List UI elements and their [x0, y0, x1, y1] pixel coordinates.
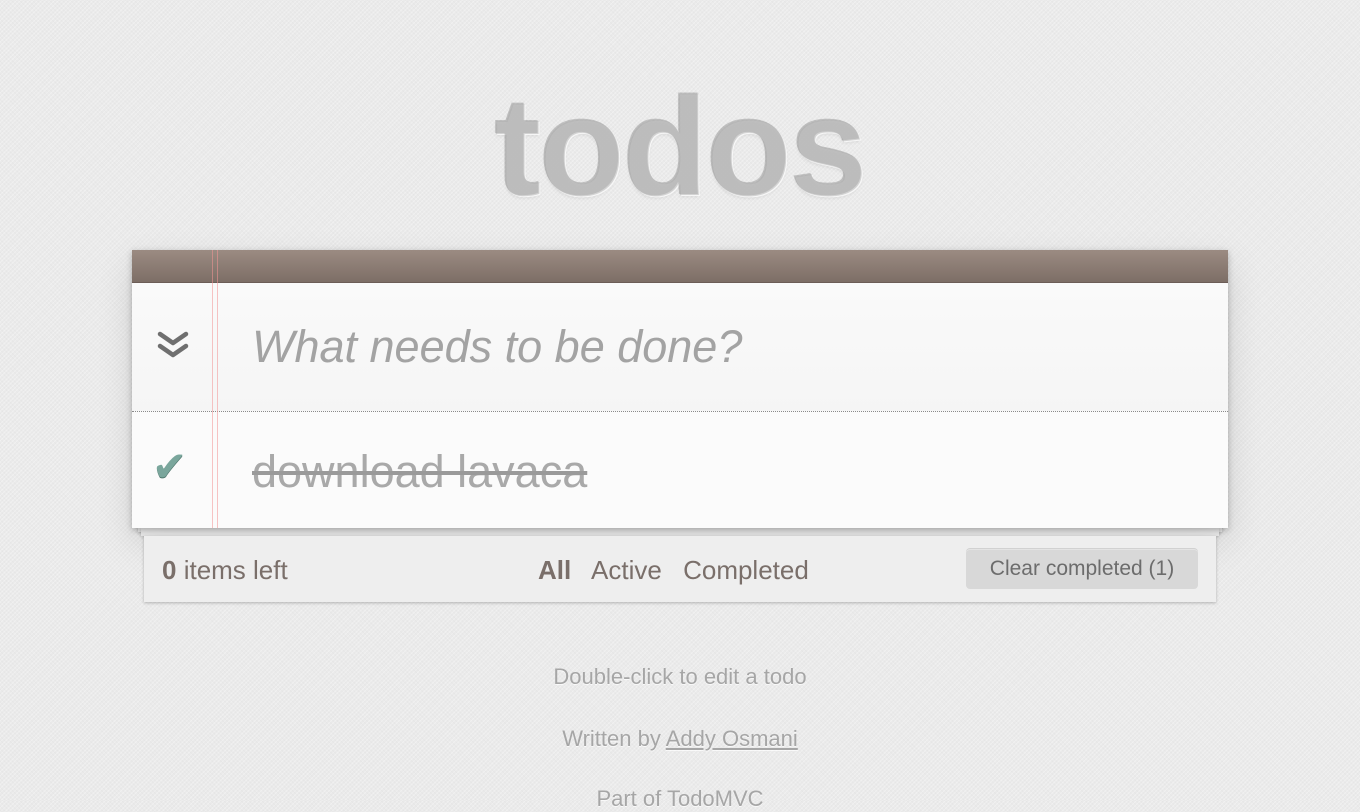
filter-completed[interactable]: Completed	[683, 555, 809, 585]
stacked-paper-edge	[141, 528, 1219, 536]
margin-line	[217, 250, 218, 528]
todo-footer: 0 items left All Active Completed Clear …	[144, 536, 1216, 602]
written-by: Written by Addy Osmani	[0, 726, 1360, 752]
todo-count-suffix: items left	[176, 555, 288, 585]
author-link[interactable]: Addy Osmani	[666, 726, 798, 751]
toggle-all-icon[interactable]	[156, 329, 190, 363]
filter-active[interactable]: Active	[591, 555, 662, 585]
filters: All Active Completed	[538, 555, 823, 585]
todo-label[interactable]: download lavaca	[252, 446, 587, 498]
part-of-todomvc: Part of TodoMVC	[596, 786, 764, 811]
new-todo-input[interactable]	[252, 313, 1192, 381]
card-header-bar	[132, 250, 1228, 283]
new-todo-row	[132, 283, 1228, 412]
todo-count-number: 0	[162, 555, 177, 585]
margin-line	[212, 250, 213, 528]
todo-item[interactable]: ✔ download lavaca	[132, 412, 1228, 528]
filter-all[interactable]: All	[538, 555, 571, 585]
checkmark-icon[interactable]: ✔	[152, 446, 194, 488]
clear-completed-button[interactable]: Clear completed (1)	[966, 549, 1198, 589]
double-chevron-down-icon	[157, 331, 189, 358]
edit-hint: Double-click to edit a todo	[553, 664, 807, 689]
todo-app-card: ✔ download lavaca	[132, 250, 1228, 528]
todo-count: 0 items left	[162, 555, 288, 585]
app-title: todos	[494, 68, 867, 225]
written-by-prefix: Written by	[562, 726, 666, 751]
